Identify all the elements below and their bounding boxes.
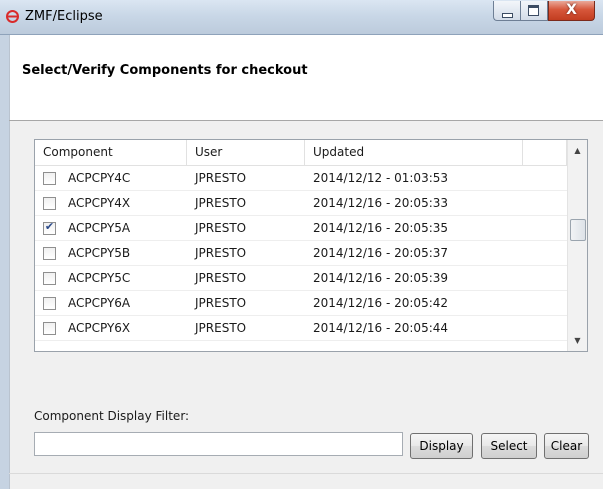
table-body: ACPCPY4C JPRESTO 2014/12/12 - 01:03:53 A… (35, 166, 567, 341)
user-cell: JPRESTO (195, 221, 247, 235)
table-row[interactable]: ACPCPY6A JPRESTO 2014/12/16 - 20:05:42 (35, 291, 567, 316)
close-button[interactable]: X (548, 1, 595, 21)
table-row[interactable]: ACPCPY4X JPRESTO 2014/12/16 - 20:05:33 (35, 191, 567, 216)
table-row[interactable]: ACPCPY5C JPRESTO 2014/12/16 - 20:05:39 (35, 266, 567, 291)
dialog-title: Select/Verify Components for checkout (22, 63, 308, 78)
updated-cell: 2014/12/16 - 20:05:42 (313, 296, 449, 310)
maximize-button[interactable] (520, 1, 548, 21)
component-cell: ACPCPY6X (35, 316, 187, 340)
row-checkbox-checked[interactable]: ✔ (43, 219, 56, 235)
check-icon: ✔ (44, 219, 55, 233)
component-cell: ACPCPY6A (35, 291, 187, 315)
component-cell: ACPCPY5B (35, 241, 187, 265)
dialog-header: Select/Verify Components for checkout (9, 35, 603, 120)
user-cell: JPRESTO (195, 246, 247, 260)
window-title: ZMF/Eclipse (25, 9, 103, 24)
select-button[interactable]: Select (481, 433, 537, 459)
component-cell: ✔ ACPCPY5A (35, 216, 187, 240)
updated-cell: 2014/12/16 - 20:05:44 (313, 321, 449, 335)
scroll-up-icon[interactable]: ▲ (568, 142, 587, 159)
updated-cell: 2014/12/16 - 20:05:33 (313, 196, 449, 210)
filter-label: Component Display Filter: (34, 409, 190, 423)
table-row[interactable]: ✔ ACPCPY5A JPRESTO 2014/12/16 - 20:05:35 (35, 216, 567, 241)
component-name: ACPCPY6X (68, 321, 131, 335)
component-cell: ACPCPY5C (35, 266, 187, 290)
component-filter-input[interactable] (34, 432, 403, 456)
row-checkbox[interactable] (43, 321, 56, 335)
table-vertical-scrollbar[interactable]: ▲ ▼ (567, 140, 587, 351)
component-cell: ACPCPY4C (35, 166, 187, 190)
updated-cell: 2014/12/16 - 20:05:37 (313, 246, 449, 260)
row-checkbox[interactable] (43, 171, 56, 185)
minimize-button[interactable] (493, 1, 520, 21)
app-logo-icon (6, 10, 19, 23)
window-controls: X (493, 1, 595, 22)
row-checkbox[interactable] (43, 296, 56, 310)
column-header-user[interactable]: User (187, 140, 305, 165)
table-header: Component User Updated (35, 140, 567, 166)
user-cell: JPRESTO (195, 321, 247, 335)
close-icon: X (566, 2, 577, 18)
scrollbar-thumb[interactable] (570, 219, 586, 241)
user-cell: JPRESTO (195, 296, 247, 310)
updated-cell: 2014/12/16 - 20:05:39 (313, 271, 449, 285)
row-checkbox[interactable] (43, 271, 56, 285)
row-checkbox[interactable] (43, 196, 56, 210)
table-row[interactable]: ACPCPY6X JPRESTO 2014/12/16 - 20:05:44 (35, 316, 567, 341)
window-left-frame (0, 35, 9, 489)
row-checkbox[interactable] (43, 246, 56, 260)
user-cell: JPRESTO (195, 271, 247, 285)
scroll-down-icon[interactable]: ▼ (568, 332, 587, 349)
component-name: ACPCPY4X (68, 196, 131, 210)
bottom-divider (9, 473, 603, 474)
clear-button[interactable]: Clear (544, 433, 589, 459)
title-bar[interactable]: ZMF/Eclipse X (0, 0, 603, 35)
table-row[interactable]: ACPCPY4C JPRESTO 2014/12/12 - 01:03:53 (35, 166, 567, 191)
column-header-component[interactable]: Component (35, 140, 187, 165)
component-name: ACPCPY5A (68, 221, 131, 235)
column-header-extra[interactable] (523, 140, 567, 165)
component-name: ACPCPY4C (68, 171, 131, 185)
components-table: Component User Updated ACPCPY4C JPRESTO … (34, 139, 588, 352)
user-cell: JPRESTO (195, 171, 247, 185)
display-button[interactable]: Display (410, 433, 473, 459)
updated-cell: 2014/12/12 - 01:03:53 (313, 171, 449, 185)
component-name: ACPCPY5C (68, 271, 131, 285)
user-cell: JPRESTO (195, 196, 247, 210)
component-name: ACPCPY6A (68, 296, 131, 310)
table-row[interactable]: ACPCPY5B JPRESTO 2014/12/16 - 20:05:37 (35, 241, 567, 266)
component-cell: ACPCPY4X (35, 191, 187, 215)
updated-cell: 2014/12/16 - 20:05:35 (313, 221, 449, 235)
component-name: ACPCPY5B (68, 246, 131, 260)
column-header-updated[interactable]: Updated (305, 140, 523, 165)
